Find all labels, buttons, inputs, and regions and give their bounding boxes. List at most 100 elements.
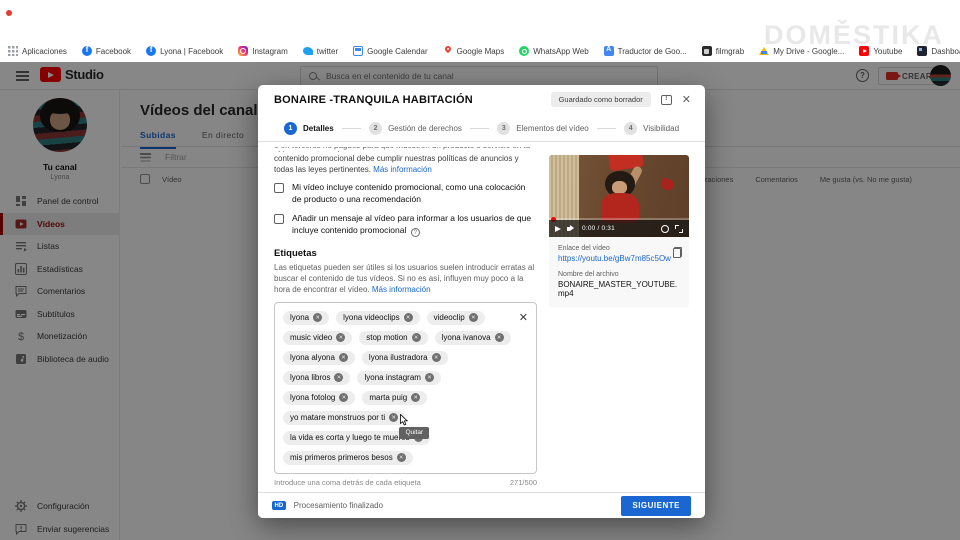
video-info-panel: Enlace del vídeo https://youtu.be/gBw7m8…	[549, 237, 689, 307]
tag-chip: lyona fotolog	[283, 390, 356, 405]
tag-chip: marta puig	[362, 390, 428, 405]
remove-tag-icon[interactable]	[424, 373, 434, 383]
facebook-icon	[146, 45, 157, 56]
bookmark-google-maps[interactable]: Google Maps	[443, 46, 504, 56]
step-connector	[341, 127, 362, 129]
send-feedback-icon[interactable]	[660, 94, 672, 105]
map-pin-icon	[443, 46, 453, 56]
step-visibilidad[interactable]: 4 Visibilidad	[624, 121, 679, 135]
tag-chip: lyona ivanova	[434, 330, 511, 345]
tag-chip: music video	[283, 330, 353, 345]
bookmark-aplicaciones[interactable]: Aplicaciones	[8, 46, 67, 56]
tag-chip: lyona videoclips	[336, 310, 420, 325]
processing-status: Procesamiento finalizado	[293, 501, 384, 510]
fullscreen-icon[interactable]	[675, 224, 683, 233]
copy-link-icon[interactable]	[673, 247, 682, 258]
clear-all-tags-icon[interactable]: ✕	[519, 312, 528, 323]
tag-chip: stop motion	[359, 330, 428, 345]
promo-message-checkbox-row: Añadir un mensaje al vídeo para informar…	[274, 212, 537, 237]
hd-badge: HD	[272, 501, 286, 510]
file-name-value: BONAIRE_MASTER_YOUTUBE.mp4	[558, 280, 678, 298]
bookmark-filmgrab[interactable]: filmgrab	[701, 46, 744, 56]
bookmark-facebook[interactable]: Facebook	[81, 45, 131, 56]
remove-tag-icon[interactable]	[396, 453, 406, 463]
red-wall-prop	[659, 177, 676, 192]
step-connector	[469, 127, 490, 129]
promo-message-checkbox[interactable]	[274, 213, 284, 224]
tags-description: Las etiquetas pueden ser útiles si los u…	[274, 263, 535, 295]
remove-tag-icon[interactable]	[431, 353, 441, 363]
remove-tag-icon[interactable]	[334, 373, 344, 383]
remove-tag-icon[interactable]	[411, 393, 421, 403]
quitar-tooltip: Quitar	[399, 426, 430, 439]
tag-chip: videoclip	[426, 310, 485, 325]
tag-chip: mis primeros primeros besos	[283, 450, 413, 465]
next-button[interactable]: SIGUIENTE	[621, 495, 691, 516]
step-detalles[interactable]: 1 Detalles	[284, 121, 334, 135]
dialog-steps: 1 Detalles 2 Gestión de derechos 3 Eleme…	[258, 115, 705, 142]
remove-tag-icon[interactable]	[313, 313, 323, 323]
mas-informacion-link[interactable]: Más información	[372, 285, 431, 294]
tags-heading: Etiquetas	[274, 248, 317, 259]
promo-content-checkbox[interactable]	[274, 183, 284, 194]
screen: DOMĚSTIKA Aplicaciones Facebook Lyona | …	[0, 0, 960, 540]
tag-chip: lyona	[283, 310, 330, 325]
remove-tag-icon[interactable]	[494, 333, 504, 343]
player-controls: 0:00 / 0:31	[549, 220, 689, 237]
dialog-body: o en terceros no pagues para que muestre…	[258, 142, 705, 492]
step-gestion-de-derechos[interactable]: 2 Gestión de derechos	[369, 121, 462, 135]
player-settings-icon[interactable]	[661, 224, 669, 233]
bookmark-twitter[interactable]: twitter	[302, 46, 338, 56]
tags-char-counter: 271/500	[509, 477, 537, 487]
remove-tag-icon[interactable]	[403, 313, 413, 323]
volume-icon[interactable]	[567, 225, 576, 233]
help-icon[interactable]: ?	[410, 228, 420, 237]
step-elementos-del-video[interactable]: 3 Elementos del vídeo	[497, 121, 589, 135]
tags-hint-row: Introduce una coma detrás de cada etique…	[274, 478, 537, 487]
play-icon[interactable]	[555, 225, 561, 232]
tag-chip: lyona ilustradora	[361, 350, 448, 365]
calendar-icon	[353, 46, 364, 56]
instagram-icon	[238, 46, 249, 56]
tags-input-box[interactable]: lyona lyona videoclips videoclip music v…	[274, 301, 537, 474]
whatsapp-icon	[519, 46, 530, 56]
player-time: 0:00 / 0:31	[582, 225, 615, 232]
mas-informacion-link[interactable]: Más información	[373, 165, 432, 174]
file-name-label: Nombre del archivo	[558, 271, 619, 278]
promo-policy-text: contenido promocional debe cumplir nuest…	[274, 154, 519, 175]
apps-grid-icon	[8, 46, 18, 56]
dialog-title: BONAIRE -TRANQUILA HABITACIÓN	[274, 94, 473, 106]
clipped-text-line: o en terceros no pagues para que muestre…	[274, 147, 537, 152]
bookmark-translate[interactable]: Traductor de Goo...	[603, 46, 687, 56]
film-icon	[701, 46, 712, 56]
tag-chip: lyona alyona	[283, 350, 355, 365]
remove-tag-icon[interactable]	[468, 313, 478, 323]
translate-icon	[603, 46, 614, 56]
remove-tag-icon[interactable]	[389, 413, 399, 423]
video-link-label: Enlace del vídeo	[558, 245, 610, 252]
promo-checkbox-row: Mi vídeo incluye contenido promocional, …	[274, 181, 537, 206]
tag-chip: lyona libros	[283, 370, 351, 385]
tag-chip-hovered: yo matare monstruos por ti Quitar	[283, 410, 430, 439]
remove-tag-icon[interactable]	[336, 333, 346, 343]
remove-tag-icon[interactable]	[338, 353, 348, 363]
saved-draft-badge[interactable]: Guardado como borrador	[550, 92, 651, 107]
close-icon[interactable]: ✕	[682, 94, 691, 105]
bookmark-lyona-facebook[interactable]: Lyona | Facebook	[146, 45, 223, 56]
recording-indicator-dot	[6, 10, 12, 16]
video-preview-player[interactable]: 0:00 / 0:31	[549, 155, 689, 237]
bookmark-instagram[interactable]: Instagram	[238, 46, 288, 56]
bookmark-google-calendar[interactable]: Google Calendar	[353, 46, 428, 56]
tag-chip: lyona instagram	[357, 370, 441, 385]
domestika-watermark: DOMĚSTIKA	[764, 20, 944, 50]
facebook-icon	[81, 45, 92, 56]
twitter-icon	[302, 46, 313, 56]
dialog-header: BONAIRE -TRANQUILA HABITACIÓN Guardado c…	[258, 85, 705, 115]
step-connector	[596, 127, 617, 129]
remove-tag-icon[interactable]	[339, 393, 349, 403]
video-link-url[interactable]: https://youtu.be/gBw7m85c5Ow	[558, 254, 680, 263]
video-details-dialog: BONAIRE -TRANQUILA HABITACIÓN Guardado c…	[258, 85, 705, 518]
remove-tag-icon[interactable]	[411, 333, 421, 343]
bookmark-whatsapp[interactable]: WhatsApp Web	[519, 46, 589, 56]
dialog-footer: HD Procesamiento finalizado SIGUIENTE	[258, 492, 705, 518]
